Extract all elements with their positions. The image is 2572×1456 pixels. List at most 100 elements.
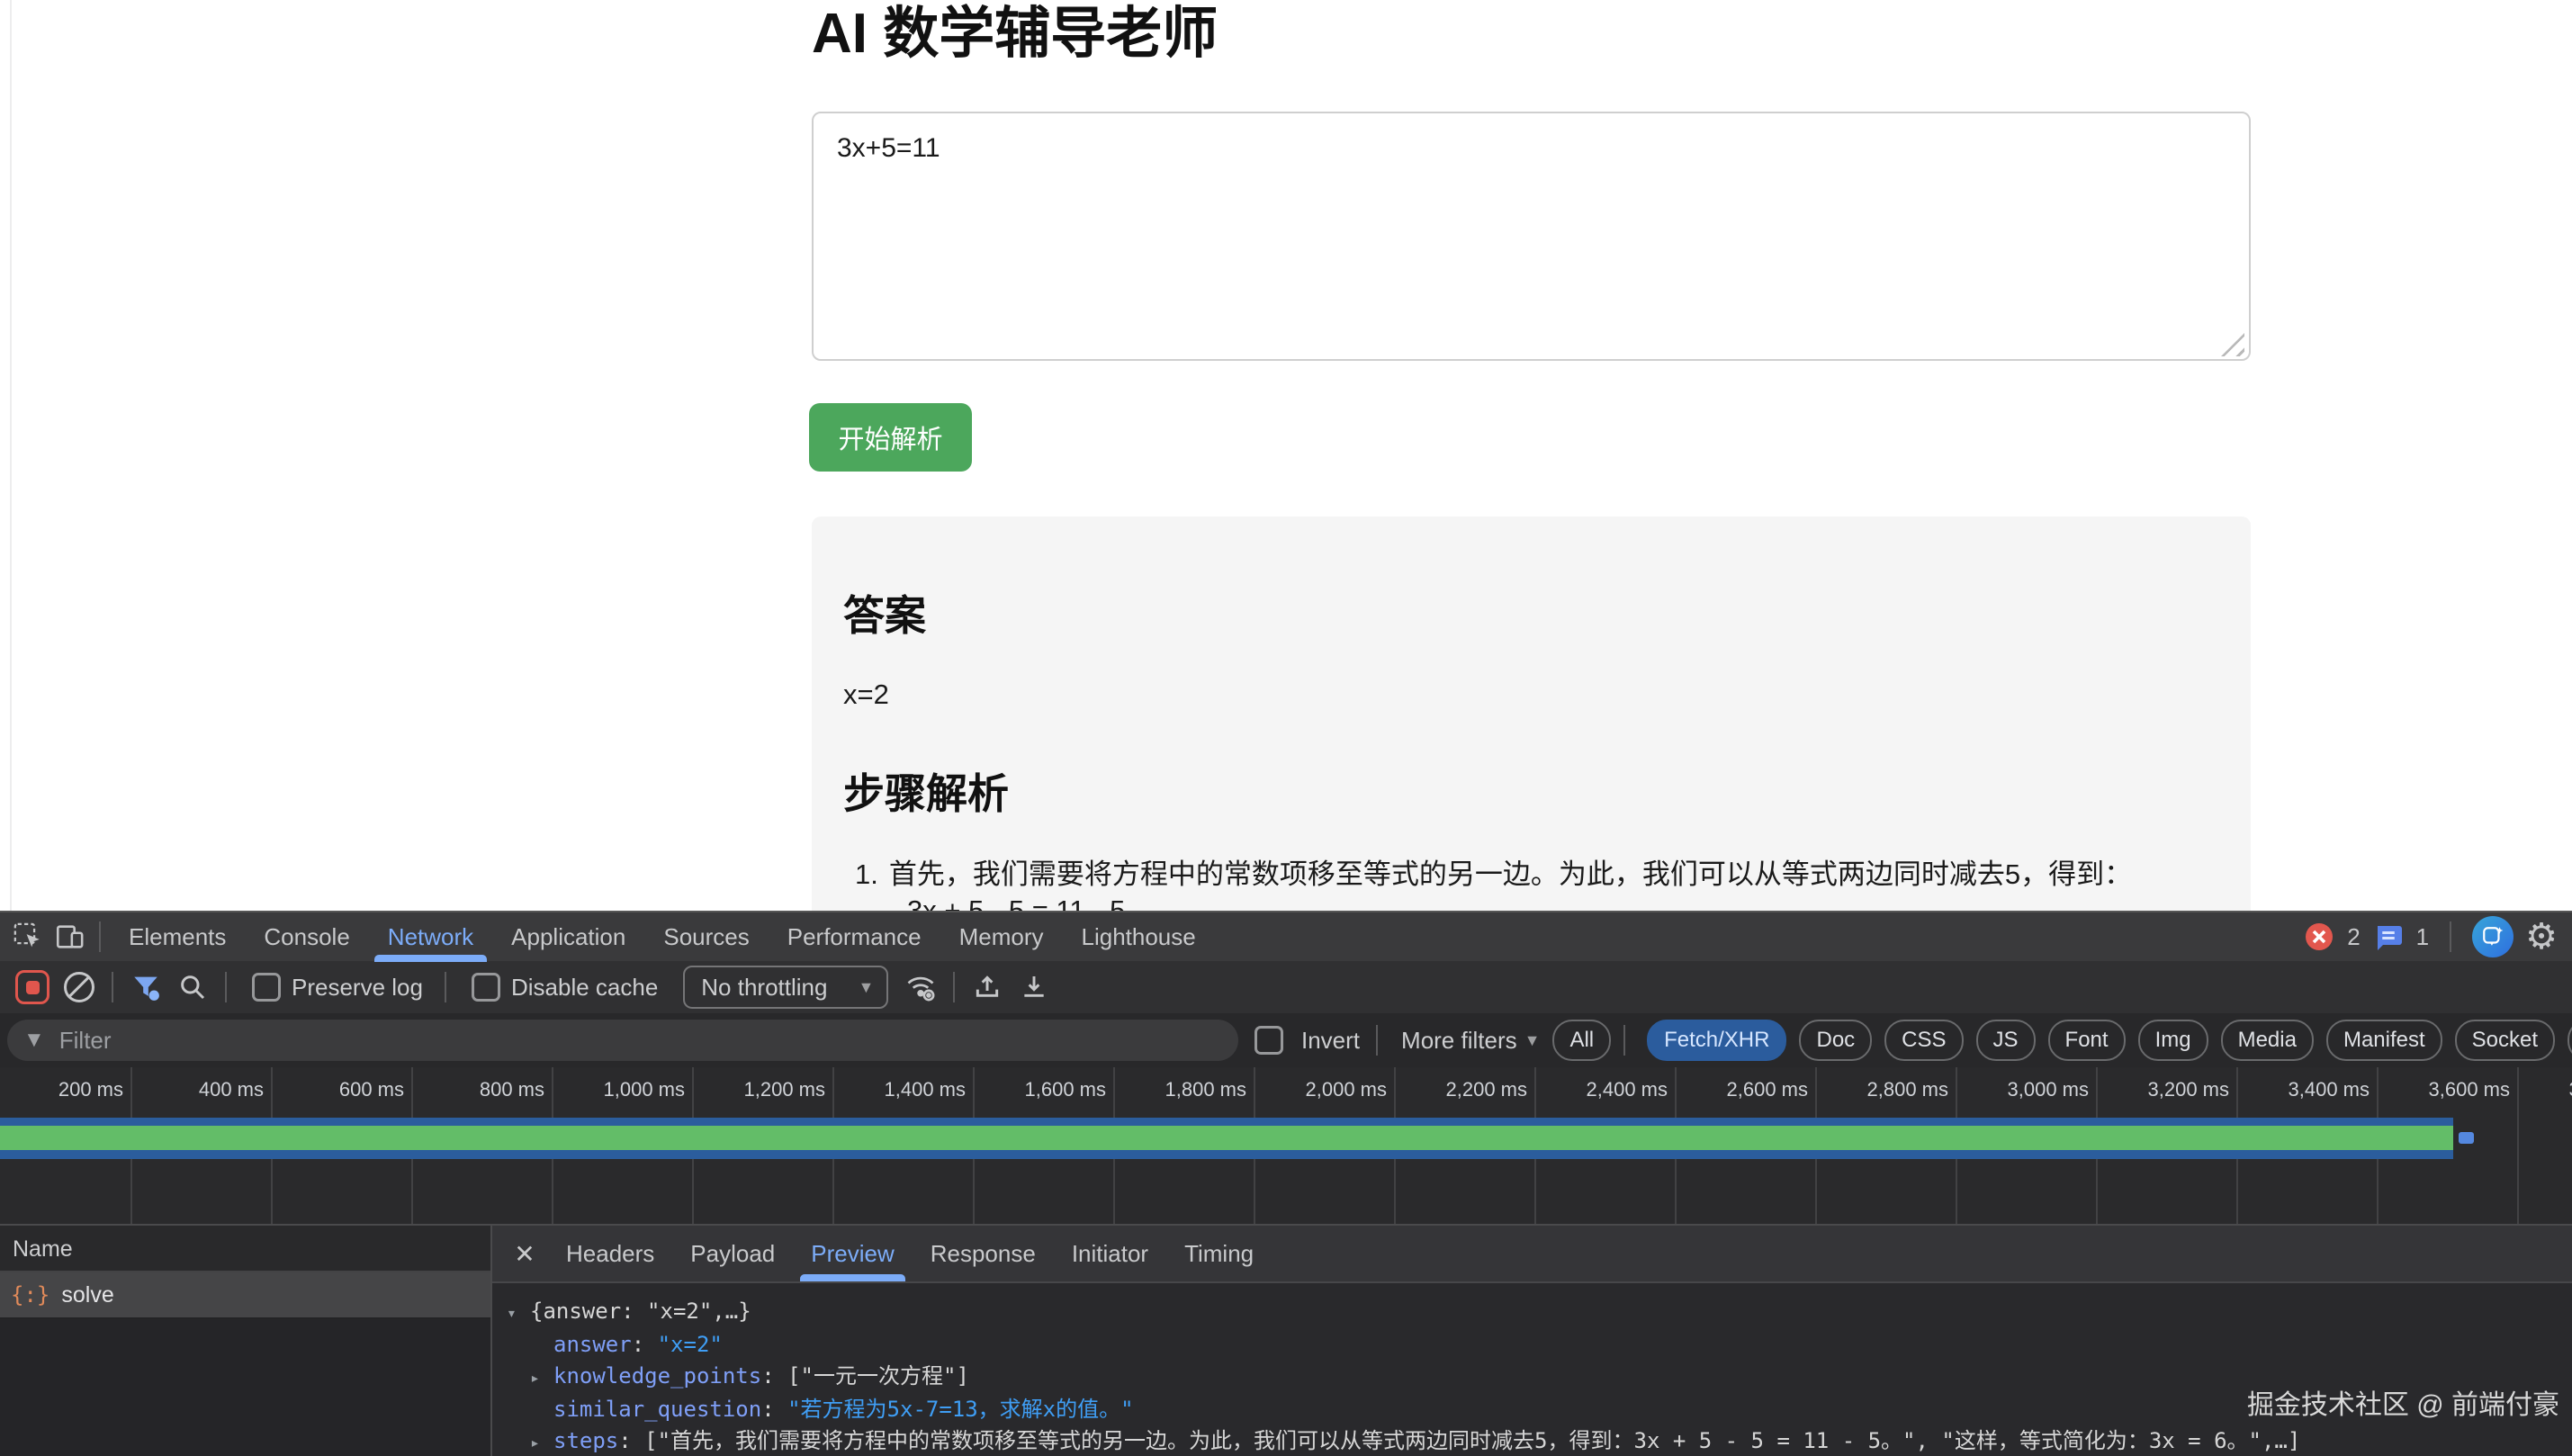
json-braces-icon: {:}	[11, 1282, 49, 1308]
issues-badge-icon[interactable]	[2372, 921, 2405, 953]
issue-count: 1	[2416, 923, 2429, 951]
tab-application[interactable]: Application	[492, 912, 644, 961]
step-item-1-continued: 3x + 5 - 5 = 11 - 5	[907, 894, 1125, 911]
tab-headers[interactable]: Headers	[548, 1226, 672, 1281]
tab-performance[interactable]: Performance	[769, 912, 940, 961]
equation-textarea[interactable]: 3x+5=11	[812, 112, 2251, 361]
toolbar-divider	[112, 972, 113, 1002]
export-har-icon[interactable]	[1014, 967, 1054, 1007]
network-filter-bar: ▼ Invert More filters ▼ All Fetch/XHR Do…	[0, 1013, 2572, 1067]
more-filters-label[interactable]: More filters	[1401, 1027, 1517, 1055]
details-tabbar: ✕ Headers Payload Preview Response Initi…	[492, 1226, 2572, 1283]
answer-value: x=2	[843, 679, 889, 711]
filter-chip-all[interactable]: All	[1552, 1020, 1611, 1061]
tab-memory[interactable]: Memory	[940, 912, 1063, 961]
filter-input[interactable]	[58, 1026, 1222, 1056]
toolbar-divider	[1376, 1025, 1378, 1056]
filter-chip-doc[interactable]: Doc	[1799, 1020, 1872, 1061]
tab-payload[interactable]: Payload	[672, 1226, 793, 1281]
throttling-dropdown[interactable]: No throttling ▼	[683, 966, 888, 1009]
tab-response[interactable]: Response	[913, 1226, 1054, 1281]
tab-lighthouse[interactable]: Lighthouse	[1063, 912, 1215, 961]
tab-sources[interactable]: Sources	[644, 912, 768, 961]
device-toolbar-icon[interactable]	[49, 917, 90, 957]
network-bottom-panels: Name {:} solve ✕ Headers Payload Preview…	[0, 1224, 2572, 1456]
timeline-tick: 3,800 ms	[2519, 1067, 2572, 1224]
watermark: 掘金技术社区 @ 前端付豪	[2247, 1382, 2559, 1422]
chevron-expanded-icon[interactable]: ▾	[507, 1298, 530, 1329]
record-network-log-icon[interactable]	[13, 967, 52, 1007]
tab-initiator[interactable]: Initiator	[1054, 1226, 1166, 1281]
overview-download-segment	[2459, 1132, 2474, 1144]
step-item-1: 1.首先，我们需要将方程中的常数项移至等式的另一边。为此，我们可以从等式两边同时…	[855, 851, 2132, 892]
request-name: solve	[61, 1282, 113, 1308]
clear-network-log-icon[interactable]	[59, 967, 99, 1007]
json-preview-tree: ▾{answer: "x=2",…} answer: "x=2" ▸knowle…	[492, 1283, 2572, 1456]
filter-chip-manifest[interactable]: Manifest	[2326, 1020, 2442, 1061]
tab-network[interactable]: Network	[369, 912, 492, 961]
chevron-collapsed-icon[interactable]: ▸	[530, 1362, 553, 1394]
toolbar-divider	[225, 972, 227, 1002]
network-overview-timeline: 200 ms400 ms600 ms800 ms1,000 ms1,200 ms…	[0, 1067, 2572, 1224]
tab-console[interactable]: Console	[245, 912, 368, 961]
toolbar-divider	[445, 972, 446, 1002]
ai-assistant-icon[interactable]	[2472, 916, 2514, 957]
filter-chip-fetch-xhr[interactable]: Fetch/XHR	[1647, 1020, 1786, 1061]
filter-chip-css[interactable]: CSS	[1884, 1020, 1963, 1061]
inspect-element-icon[interactable]	[7, 917, 49, 957]
filter-chip-socket[interactable]: Socket	[2455, 1020, 2555, 1061]
filter-chip-media[interactable]: Media	[2221, 1020, 2314, 1061]
active-tab-underline	[800, 1274, 904, 1281]
network-toolbar: Preserve log Disable cache No throttling…	[0, 961, 2572, 1013]
result-card: 答案 x=2 步骤解析 1.首先，我们需要将方程中的常数项移至等式的另一边。为此…	[812, 517, 2251, 911]
toolbar-divider	[953, 972, 955, 1002]
devtools-tabbar: Elements Console Network Application Sou…	[0, 912, 2572, 961]
step-number: 1.	[855, 858, 878, 891]
error-badge-icon[interactable]	[2303, 921, 2335, 953]
overview-request-bar[interactable]	[0, 1118, 2453, 1159]
json-line-answer: answer: "x=2"	[492, 1329, 2572, 1361]
filter-input-pill[interactable]: ▼	[7, 1020, 1238, 1061]
page-title: AI 数学辅导老师	[812, 0, 1218, 68]
disable-cache-label: Disable cache	[511, 974, 658, 1002]
filter-chip-js[interactable]: JS	[1976, 1020, 2036, 1061]
close-icon[interactable]: ✕	[501, 1239, 548, 1269]
filter-chip-font[interactable]: Font	[2048, 1020, 2126, 1061]
tab-elements[interactable]: Elements	[110, 912, 245, 961]
chevron-collapsed-icon[interactable]: ▸	[530, 1427, 553, 1456]
active-tab-underline	[374, 955, 487, 962]
search-icon[interactable]	[173, 967, 212, 1007]
invert-checkbox[interactable]	[1255, 1026, 1283, 1055]
preserve-log-checkbox[interactable]	[252, 973, 281, 1002]
answer-heading: 答案	[843, 583, 926, 643]
import-har-icon[interactable]	[967, 967, 1007, 1007]
filter-chip-img[interactable]: Img	[2138, 1020, 2208, 1061]
json-root-line[interactable]: ▾{answer: "x=2",…}	[492, 1296, 2572, 1329]
gear-icon[interactable]: ⚙	[2525, 916, 2558, 957]
devtools-panel: Elements Console Network Application Sou…	[0, 911, 2572, 1454]
chevron-down-icon: ▼	[1524, 1031, 1541, 1050]
invert-label: Invert	[1301, 1027, 1360, 1055]
steps-heading: 步骤解析	[843, 761, 1009, 821]
toolbar-divider	[2450, 921, 2451, 952]
json-line-steps[interactable]: ▸steps: ["首先，我们需要将方程中的常数项移至等式的另一边。为此，我们可…	[492, 1425, 2572, 1456]
filter-funnel-small-icon: ▼	[23, 1028, 45, 1053]
network-conditions-icon[interactable]	[901, 967, 940, 1007]
webpage-viewport: AI 数学辅导老师 3x+5=11 开始解析 答案 x=2 步骤解析 1.首先，…	[0, 0, 2572, 911]
toolbar-divider	[1623, 1025, 1625, 1056]
filter-funnel-icon[interactable]	[126, 967, 166, 1007]
filter-chip-wasm[interactable]: Wasm	[2568, 1020, 2572, 1061]
request-row-solve[interactable]: {:} solve	[0, 1272, 490, 1319]
tab-timing[interactable]: Timing	[1166, 1226, 1272, 1281]
chevron-down-icon: ▼	[858, 978, 874, 997]
toolbar-divider	[99, 921, 101, 952]
name-column-header[interactable]: Name	[0, 1226, 490, 1272]
throttling-value: No throttling	[701, 974, 827, 1002]
tab-preview[interactable]: Preview	[793, 1226, 912, 1281]
preserve-log-label: Preserve log	[292, 974, 423, 1002]
requests-table: Name {:} solve	[0, 1226, 492, 1456]
start-analysis-button[interactable]: 开始解析	[809, 403, 972, 472]
page-edge-line	[10, 0, 12, 911]
disable-cache-checkbox[interactable]	[472, 973, 500, 1002]
error-count: 2	[2347, 923, 2360, 951]
